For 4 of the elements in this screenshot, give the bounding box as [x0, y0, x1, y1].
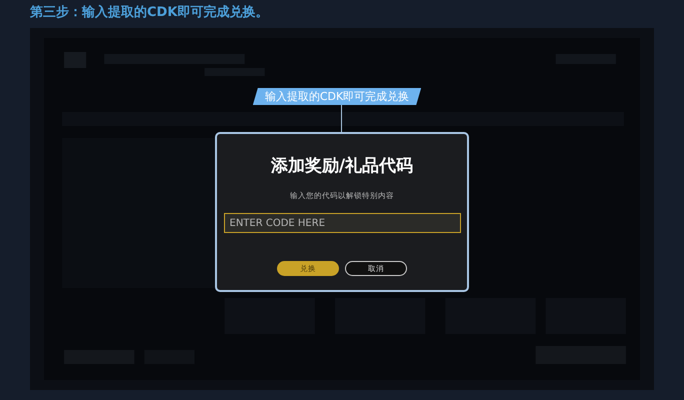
- step-heading: 第三步：输入提取的CDK即可完成兑换。: [30, 5, 268, 22]
- callout-banner: 输入提取的CDK即可完成兑换: [252, 88, 422, 105]
- code-input-field[interactable]: ENTER CODE HERE: [224, 213, 460, 233]
- dialog-title: 添加奖励/礼品代码: [270, 155, 414, 177]
